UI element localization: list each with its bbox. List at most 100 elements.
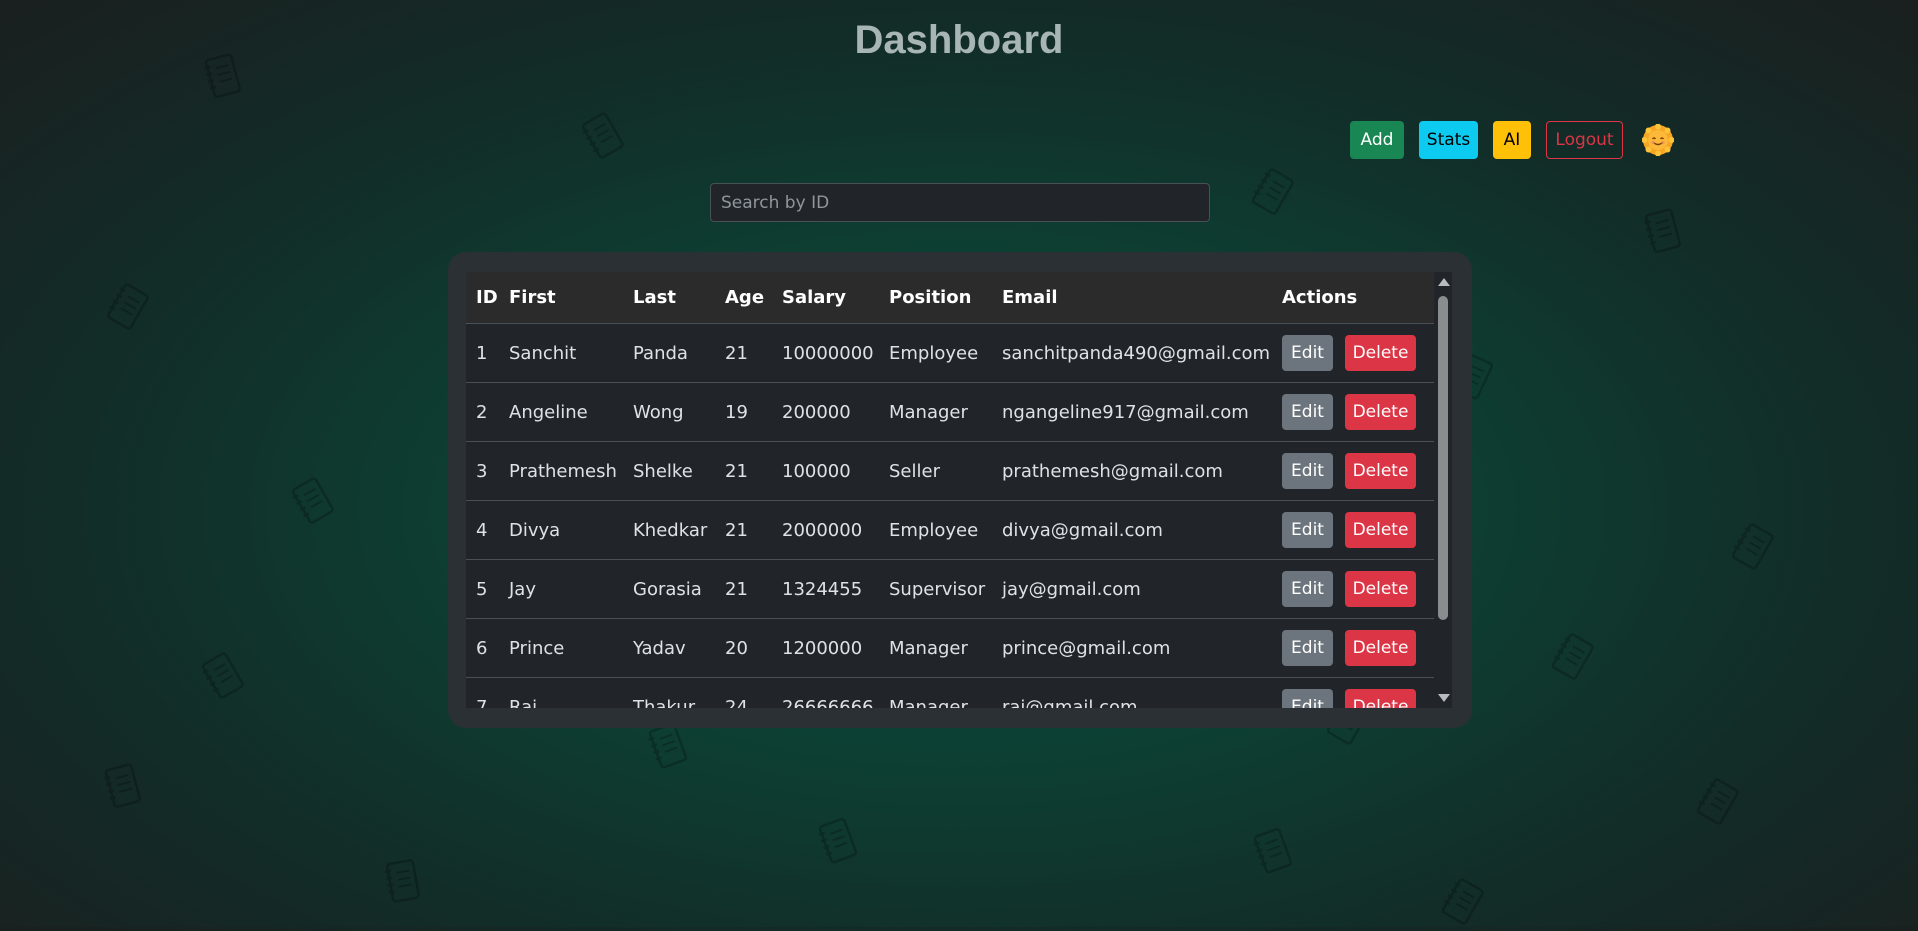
cell-actions: Edit Delete — [1272, 559, 1434, 619]
cell-last: Wong — [623, 382, 715, 442]
cell-position: Seller — [879, 441, 992, 501]
column-header-salary: Salary — [772, 272, 879, 324]
edit-button[interactable]: Edit — [1282, 453, 1333, 489]
notebook-icon — [1692, 774, 1742, 827]
cell-actions: Edit Delete — [1272, 677, 1434, 708]
stats-button[interactable]: Stats — [1419, 121, 1478, 159]
cell-position: Supervisor — [879, 559, 992, 619]
notebook-icon — [577, 109, 627, 162]
page-title: Dashboard — [854, 18, 1064, 62]
scroll-up-arrow-icon[interactable] — [1438, 278, 1450, 286]
column-header-id: ID — [466, 272, 499, 324]
column-header-email: Email — [992, 272, 1272, 324]
cell-actions: Edit Delete — [1272, 618, 1434, 678]
cell-id: 7 — [466, 677, 499, 708]
cell-id: 5 — [466, 559, 499, 619]
notebook-icon — [287, 474, 337, 527]
cell-email: jay@gmail.com — [992, 559, 1272, 619]
cell-salary: 100000 — [772, 441, 879, 501]
cell-first: Angeline — [499, 382, 623, 442]
cell-age: 20 — [715, 618, 772, 678]
table-row: 3 Prathemesh Shelke 21 100000 Seller prathemes… — [466, 441, 1434, 501]
notebook-icon — [100, 761, 144, 810]
cell-first: Prathemesh — [499, 441, 623, 501]
edit-button[interactable]: Edit — [1282, 394, 1333, 430]
cell-age: 21 — [715, 441, 772, 501]
add-button[interactable]: Add — [1350, 121, 1404, 159]
cell-id: 1 — [466, 323, 499, 383]
cell-salary: 200000 — [772, 382, 879, 442]
logout-button[interactable]: Logout — [1546, 121, 1623, 159]
employee-table: ID First Last Age Salary Position Email … — [466, 272, 1434, 708]
search-input[interactable] — [710, 183, 1210, 222]
delete-button[interactable]: Delete — [1345, 630, 1416, 666]
cell-last: Panda — [623, 323, 715, 383]
cell-age: 21 — [715, 559, 772, 619]
cell-first: Jay — [499, 559, 623, 619]
delete-button[interactable]: Delete — [1345, 335, 1416, 371]
notebook-icon — [102, 279, 152, 332]
edit-button[interactable]: Edit — [1282, 512, 1333, 548]
cell-salary: 26666666 — [772, 677, 879, 708]
cell-first: Raj — [499, 677, 623, 708]
scroll-down-arrow-icon[interactable] — [1438, 694, 1450, 702]
notebook-icon — [1437, 874, 1487, 927]
cell-id: 3 — [466, 441, 499, 501]
sun-emoji-icon — [1641, 123, 1675, 157]
cell-position: Manager — [879, 382, 992, 442]
cell-age: 21 — [715, 323, 772, 383]
column-header-actions: Actions — [1272, 272, 1434, 324]
cell-email: sanchitpanda490@gmail.com — [992, 323, 1272, 383]
theme-toggle-button[interactable] — [1641, 123, 1675, 157]
cell-last: Yadav — [623, 618, 715, 678]
cell-actions: Edit Delete — [1272, 382, 1434, 442]
cell-position: Employee — [879, 323, 992, 383]
edit-button[interactable]: Edit — [1282, 689, 1333, 708]
cell-first: Divya — [499, 500, 623, 560]
cell-position: Manager — [879, 618, 992, 678]
cell-last: Shelke — [623, 441, 715, 501]
edit-button[interactable]: Edit — [1282, 335, 1333, 371]
cell-email: prince@gmail.com — [992, 618, 1272, 678]
cell-age: 24 — [715, 677, 772, 708]
column-header-position: Position — [879, 272, 992, 324]
cell-salary: 1200000 — [772, 618, 879, 678]
notebook-icon — [1247, 164, 1297, 217]
edit-button[interactable]: Edit — [1282, 571, 1333, 607]
cell-last: Khedkar — [623, 500, 715, 560]
ai-button[interactable]: AI — [1493, 121, 1531, 159]
delete-button[interactable]: Delete — [1345, 453, 1416, 489]
table-header-row: ID First Last Age Salary Position Email … — [466, 272, 1434, 324]
delete-button[interactable]: Delete — [1345, 394, 1416, 430]
employee-table-container[interactable]: ID First Last Age Salary Position Email … — [466, 272, 1434, 708]
cell-id: 6 — [466, 618, 499, 678]
cell-last: Thakur — [623, 677, 715, 708]
cell-actions: Edit Delete — [1272, 500, 1434, 560]
cell-email: prathemesh@gmail.com — [992, 441, 1272, 501]
table-row: 1 Sanchit Panda 21 10000000 Employee sanchitpa… — [466, 323, 1434, 383]
table-scrollbar[interactable] — [1434, 272, 1452, 708]
cell-id: 4 — [466, 500, 499, 560]
cell-position: Manager — [879, 677, 992, 708]
delete-button[interactable]: Delete — [1345, 689, 1416, 708]
cell-first: Sanchit — [499, 323, 623, 383]
cell-actions: Edit Delete — [1272, 441, 1434, 501]
table-row: 4 Divya Khedkar 21 2000000 Employee divya@gmai… — [466, 500, 1434, 560]
cell-email: raj@gmail.com — [992, 677, 1272, 708]
delete-button[interactable]: Delete — [1345, 571, 1416, 607]
notebook-icon — [382, 857, 423, 904]
scrollbar-thumb[interactable] — [1438, 296, 1448, 620]
cell-salary: 1324455 — [772, 559, 879, 619]
cell-id: 2 — [466, 382, 499, 442]
cell-salary: 10000000 — [772, 323, 879, 383]
cell-age: 19 — [715, 382, 772, 442]
column-header-age: Age — [715, 272, 772, 324]
notebook-icon — [814, 815, 860, 866]
notebook-icon — [1640, 206, 1684, 255]
cell-actions: Edit Delete — [1272, 323, 1434, 383]
delete-button[interactable]: Delete — [1345, 512, 1416, 548]
table-row: 2 Angeline Wong 19 200000 Manager ngangeline91… — [466, 382, 1434, 442]
cell-email: ngangeline917@gmail.com — [992, 382, 1272, 442]
cell-last: Gorasia — [623, 559, 715, 619]
edit-button[interactable]: Edit — [1282, 630, 1333, 666]
